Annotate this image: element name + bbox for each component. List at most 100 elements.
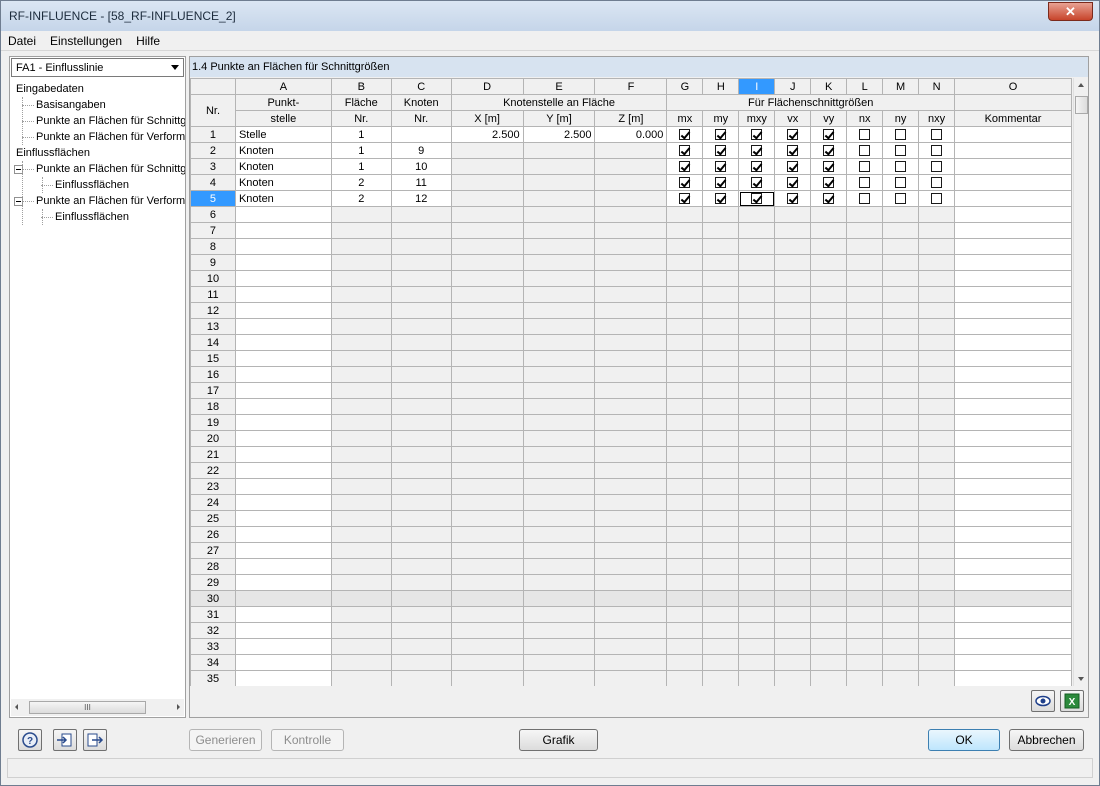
ny-cell[interactable] xyxy=(882,574,920,591)
tree-item-8[interactable]: Einflussflächen xyxy=(55,209,129,225)
ny-cell[interactable] xyxy=(882,510,920,527)
scroll-right-icon[interactable] xyxy=(177,704,180,710)
nx-checkbox[interactable] xyxy=(859,193,871,205)
row-number[interactable]: 2 xyxy=(190,142,236,159)
coord-cell[interactable] xyxy=(450,206,524,223)
coord-cell[interactable] xyxy=(450,414,524,431)
my-cell[interactable] xyxy=(702,606,740,623)
row-number[interactable]: 35 xyxy=(190,670,236,686)
nxy-cell[interactable] xyxy=(918,350,956,367)
row-number[interactable]: 32 xyxy=(190,622,236,639)
row-number[interactable]: 10 xyxy=(190,270,236,287)
kommentar-cell[interactable] xyxy=(954,382,1072,399)
vx-cell[interactable] xyxy=(774,414,812,431)
my-cell[interactable] xyxy=(702,206,740,223)
mxy-checkbox[interactable] xyxy=(751,145,763,157)
nx-cell[interactable] xyxy=(846,542,884,559)
row-number[interactable]: 30 xyxy=(190,590,236,607)
knoten-cell[interactable] xyxy=(390,654,452,671)
mxy-cell[interactable] xyxy=(738,494,776,511)
coord-cell[interactable] xyxy=(594,350,668,367)
mx-cell[interactable] xyxy=(666,494,704,511)
mx-cell[interactable] xyxy=(666,622,704,639)
mx-cell[interactable] xyxy=(666,270,704,287)
my-cell[interactable] xyxy=(702,574,740,591)
coord-cell[interactable] xyxy=(594,286,668,303)
vx-cell[interactable] xyxy=(774,318,812,335)
ny-checkbox[interactable] xyxy=(895,161,907,173)
tree-item-6[interactable]: Einflussflächen xyxy=(55,177,129,193)
z-cell[interactable] xyxy=(594,174,668,191)
nx-cell[interactable] xyxy=(846,638,884,655)
nx-cell[interactable] xyxy=(846,430,884,447)
menu-item-0[interactable]: Datei xyxy=(1,31,43,49)
coord-cell[interactable] xyxy=(594,414,668,431)
tree-item-0[interactable]: Eingabedaten xyxy=(16,81,84,97)
kommentar-cell[interactable] xyxy=(954,430,1072,447)
knoten-cell[interactable]: 11 xyxy=(390,174,452,191)
my-cell[interactable] xyxy=(702,270,740,287)
row-number[interactable]: 12 xyxy=(190,302,236,319)
kommentar-cell[interactable] xyxy=(954,446,1072,463)
mx-checkbox[interactable] xyxy=(679,129,691,141)
vy-cell[interactable] xyxy=(810,574,848,591)
nx-cell[interactable] xyxy=(846,206,884,223)
mx-cell[interactable] xyxy=(666,366,704,383)
mx-cell[interactable] xyxy=(666,478,704,495)
row-number[interactable]: 19 xyxy=(190,414,236,431)
nx-cell[interactable] xyxy=(846,558,884,575)
mx-cell[interactable] xyxy=(666,254,704,271)
case-select[interactable]: FA1 - Einflusslinie xyxy=(11,58,184,77)
mx-cell[interactable] xyxy=(666,638,704,655)
coord-cell[interactable] xyxy=(450,446,524,463)
flaeche-cell[interactable] xyxy=(330,414,392,431)
my-cell[interactable] xyxy=(702,302,740,319)
my-cell[interactable] xyxy=(702,254,740,271)
my-cell[interactable] xyxy=(702,286,740,303)
nx-cell[interactable] xyxy=(846,574,884,591)
ny-cell[interactable] xyxy=(882,206,920,223)
kommentar-cell[interactable] xyxy=(954,558,1072,575)
tree-item-3[interactable]: Punkte an Flächen für Verformungen xyxy=(36,129,185,145)
mxy-checkbox[interactable] xyxy=(751,193,763,205)
vy-cell[interactable] xyxy=(810,254,848,271)
knoten-cell[interactable] xyxy=(390,670,452,686)
row-number[interactable]: 8 xyxy=(190,238,236,255)
punktstelle-cell[interactable]: Knoten xyxy=(234,190,332,207)
coord-cell[interactable] xyxy=(594,398,668,415)
kommentar-cell[interactable] xyxy=(954,270,1072,287)
z-cell[interactable]: 0.000 xyxy=(594,126,668,143)
nxy-cell[interactable] xyxy=(918,558,956,575)
nxy-cell[interactable] xyxy=(918,494,956,511)
my-checkbox[interactable] xyxy=(715,145,727,157)
ny-cell[interactable] xyxy=(882,590,920,607)
kommentar-cell[interactable] xyxy=(954,638,1072,655)
my-cell[interactable] xyxy=(702,526,740,543)
scroll-down-icon[interactable] xyxy=(1078,677,1084,681)
nx-checkbox[interactable] xyxy=(859,161,871,173)
column-letter-B[interactable]: B xyxy=(330,78,392,95)
kommentar-cell[interactable] xyxy=(954,238,1072,255)
coord-cell[interactable] xyxy=(522,414,596,431)
nx-cell[interactable] xyxy=(846,622,884,639)
kommentar-cell[interactable] xyxy=(954,398,1072,415)
vx-cell[interactable] xyxy=(774,446,812,463)
punktstelle-cell[interactable] xyxy=(234,526,332,543)
column-letter-C[interactable]: C xyxy=(390,78,452,95)
nxy-checkbox[interactable] xyxy=(931,177,943,189)
mxy-cell[interactable] xyxy=(738,638,776,655)
coord-cell[interactable] xyxy=(450,462,524,479)
vy-cell[interactable] xyxy=(810,318,848,335)
coord-cell[interactable] xyxy=(594,206,668,223)
row-number[interactable]: 9 xyxy=(190,254,236,271)
ny-cell[interactable] xyxy=(882,254,920,271)
mxy-cell[interactable] xyxy=(738,350,776,367)
punktstelle-cell[interactable] xyxy=(234,462,332,479)
nx-cell[interactable] xyxy=(846,510,884,527)
punktstelle-cell[interactable] xyxy=(234,414,332,431)
nxy-cell[interactable] xyxy=(918,510,956,527)
coord-cell[interactable] xyxy=(594,446,668,463)
x-cell[interactable]: 2.500 xyxy=(450,126,524,143)
vy-cell[interactable] xyxy=(810,654,848,671)
ny-cell[interactable] xyxy=(882,526,920,543)
